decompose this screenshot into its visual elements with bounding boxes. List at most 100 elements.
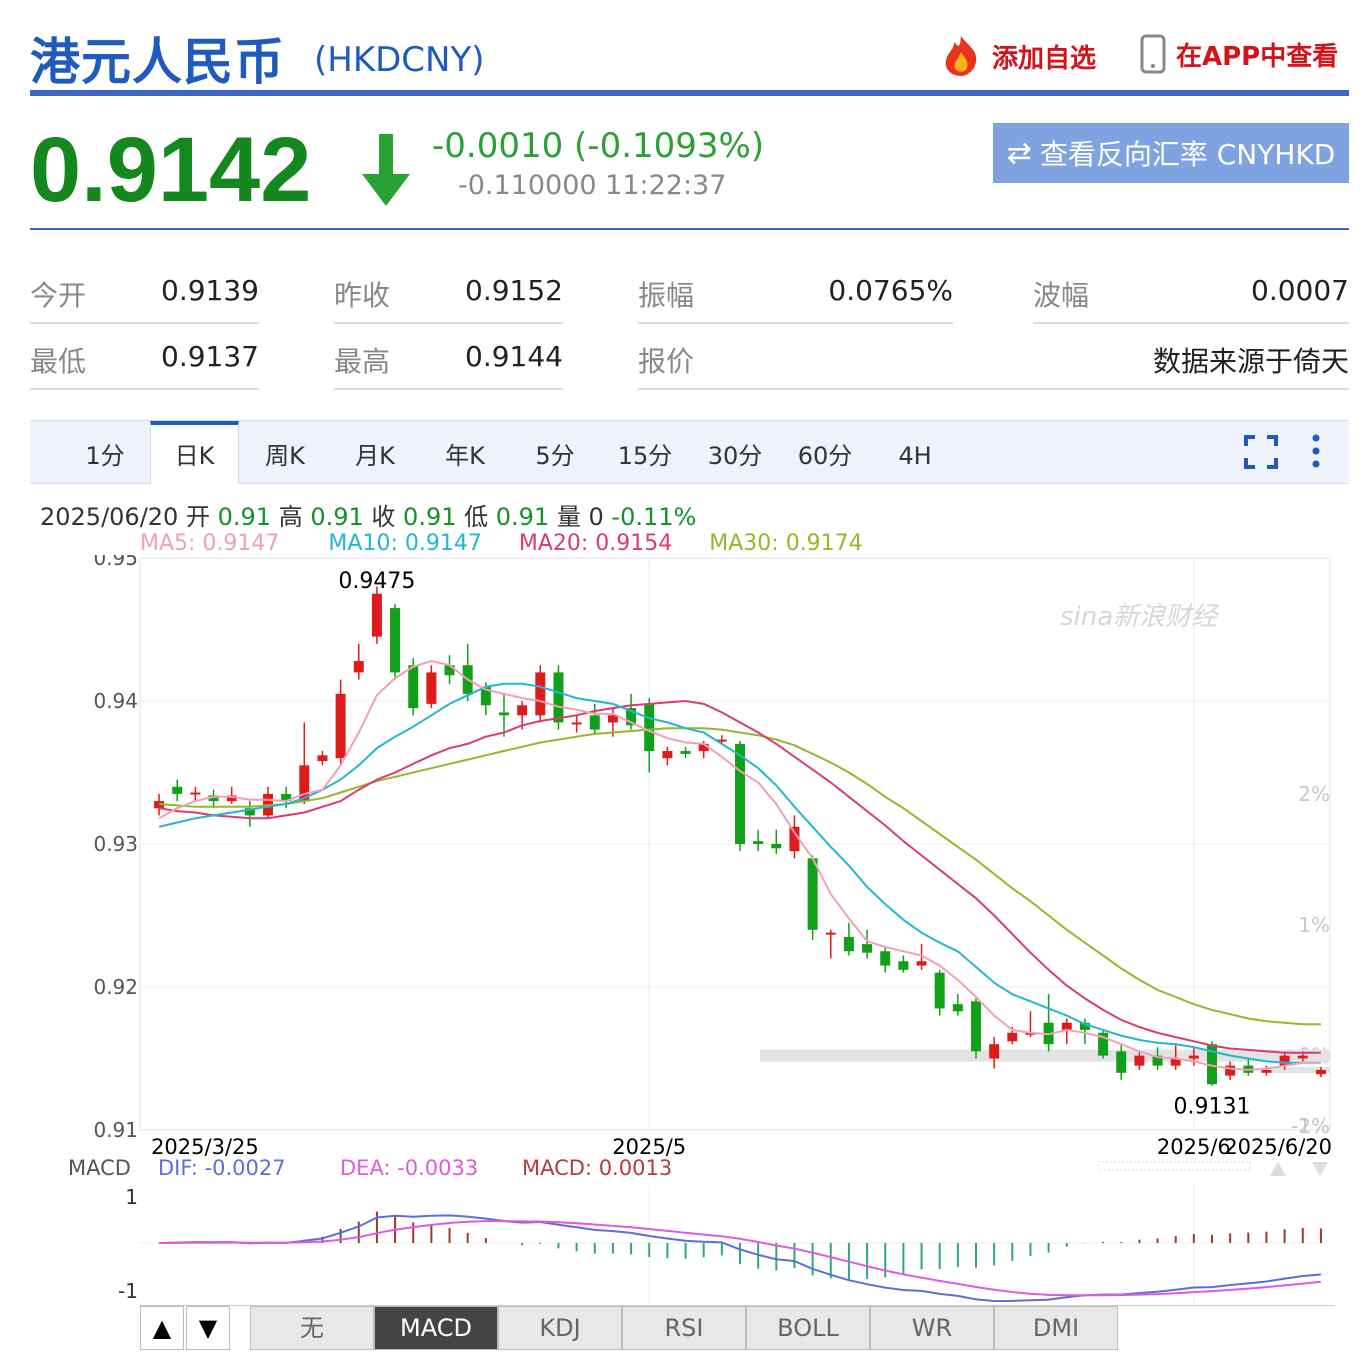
candle-body [517, 705, 528, 716]
candle-body [771, 844, 782, 849]
candle-body [753, 841, 764, 844]
kline-chart[interactable]: 0.950.940.930.920.912%1%0%-1%-2%sina新浪财经… [0, 555, 1365, 1305]
candle-body [1315, 1069, 1326, 1075]
reverse-rate-button[interactable]: ⇄ 查看反向汇率 CNYHKD [993, 123, 1349, 183]
swap-icon: ⇄ [1006, 135, 1032, 171]
candle-body [589, 715, 600, 730]
max-price-label: 0.9475 [338, 569, 415, 594]
candle-body [317, 755, 328, 762]
tab-monthly[interactable]: 月K [340, 421, 410, 484]
candle-body [571, 722, 582, 725]
reverse-rate-label: 查看反向汇率 CNYHKD [1039, 138, 1336, 171]
y-tick-label: 0.94 [93, 689, 138, 713]
candle-body [426, 672, 437, 704]
watermark: sina新浪财经 [1060, 602, 1220, 632]
wave-value: 0.0007 [1251, 274, 1349, 307]
candle-body [1188, 1055, 1199, 1059]
tab-yearly[interactable]: 年K [430, 421, 500, 484]
ma20-legend: MA20: 0.9154 [518, 531, 673, 556]
indicator-bar: ▲ ▼ 无 MACD KDJ RSI BOLL WR DMI [140, 1305, 1335, 1350]
tab-30min[interactable]: 30分 [700, 421, 770, 484]
pct-tick-label: 1% [1298, 913, 1330, 937]
divider [334, 388, 563, 390]
tab-daily[interactable]: 日K [150, 421, 239, 484]
divider [1033, 322, 1349, 324]
wave-label: 波幅 [1033, 279, 1090, 312]
tab-60min[interactable]: 60分 [790, 421, 860, 484]
info-vol: 0 [588, 503, 604, 531]
low-label: 最低 [30, 345, 87, 378]
info-close-label: 收 [371, 503, 396, 531]
amplitude-label: 振幅 [638, 279, 695, 312]
add-favorite-label: 添加自选 [992, 43, 1097, 74]
tab-5min[interactable]: 5分 [520, 421, 590, 484]
macd-label: MACD [68, 1156, 131, 1180]
info-pct: -0.11% [611, 503, 697, 531]
indicator-wr[interactable]: WR [870, 1306, 994, 1350]
candle-body [553, 672, 564, 723]
scroll-down-button[interactable]: ▼ [186, 1306, 230, 1350]
prev-close-label: 昨收 [334, 279, 391, 312]
info-open-label: 开 [185, 503, 210, 531]
view-in-app-button[interactable]: 在APP中查看 [1140, 34, 1338, 74]
candle-body [934, 972, 945, 1009]
candle-body [843, 936, 854, 952]
range-indicator [1097, 1161, 1251, 1171]
quote-divider [30, 228, 1349, 230]
indicator-dmi[interactable]: DMI [994, 1306, 1118, 1350]
scroll-up-button[interactable]: ▲ [140, 1306, 184, 1350]
candle-body [1007, 1032, 1018, 1042]
macd-value-label: MACD: 0.0013 [522, 1156, 672, 1180]
macd-tick-label: -1 [118, 1279, 138, 1303]
indicator-none[interactable]: 无 [250, 1306, 374, 1350]
fullscreen-icon[interactable] [1244, 435, 1278, 469]
indicator-macd[interactable]: MACD [374, 1306, 498, 1350]
candle-body [390, 608, 401, 673]
info-low: 0.91 [495, 503, 550, 531]
y-tick-label: 0.92 [93, 975, 138, 999]
ma-legend: MA5: 0.9147 MA10: 0.9147 MA20: 0.9154 MA… [140, 531, 863, 556]
indicator-kdj[interactable]: KDJ [498, 1306, 622, 1350]
info-high: 0.91 [310, 503, 364, 531]
tab-4h[interactable]: 4H [880, 421, 950, 484]
candle-body [680, 751, 691, 754]
down-arrow-icon [362, 134, 410, 206]
ma5-legend: MA5: 0.9147 [140, 531, 280, 556]
candle-body [353, 660, 364, 673]
candle-body [989, 1044, 1000, 1059]
tab-weekly[interactable]: 周K [250, 421, 320, 484]
price-change: -0.0010 (-0.1093%) [432, 126, 765, 166]
tab-15min[interactable]: 15分 [610, 421, 680, 484]
indicator-rsi[interactable]: RSI [622, 1306, 746, 1350]
x-tick-label: 2025/6 [1157, 1135, 1231, 1159]
candle-body [172, 786, 183, 794]
period-tabs: 1分 日K 周K 月K 年K 5分 15分 30分 60分 4H [30, 420, 1349, 484]
dif-label: DIF: -0.0027 [158, 1156, 286, 1180]
candle-body [499, 712, 509, 716]
info-low-label: 低 [464, 503, 489, 531]
candle-body [371, 593, 382, 637]
divider [638, 388, 1349, 390]
ticker-code: (HKDCNY) [314, 40, 485, 80]
candle-body [1134, 1055, 1145, 1066]
indicator-boll[interactable]: BOLL [746, 1306, 870, 1350]
info-date: 2025/06/20 [40, 503, 179, 531]
candle-body [898, 961, 909, 970]
x-tick-label: 2025/6/20 [1224, 1135, 1332, 1159]
candle-body [952, 1004, 963, 1012]
divider [30, 322, 259, 324]
candle-body [971, 1001, 981, 1052]
page-title: 港元人民币 [30, 33, 285, 91]
low-value: 0.9137 [161, 340, 259, 373]
more-menu-icon[interactable] [1310, 433, 1322, 469]
info-open: 0.91 [217, 503, 272, 531]
add-favorite-button[interactable]: 添加自选 [938, 34, 1096, 78]
ma30-legend: MA30: 0.9174 [709, 531, 863, 556]
macd-tick-label: 1 [125, 1185, 138, 1209]
phone-icon [1140, 34, 1166, 74]
candle-body [916, 961, 927, 966]
tab-1min[interactable]: 1分 [70, 421, 140, 484]
candle-body [1061, 1022, 1072, 1030]
candle-body [644, 703, 655, 752]
open-label: 今开 [30, 279, 87, 312]
